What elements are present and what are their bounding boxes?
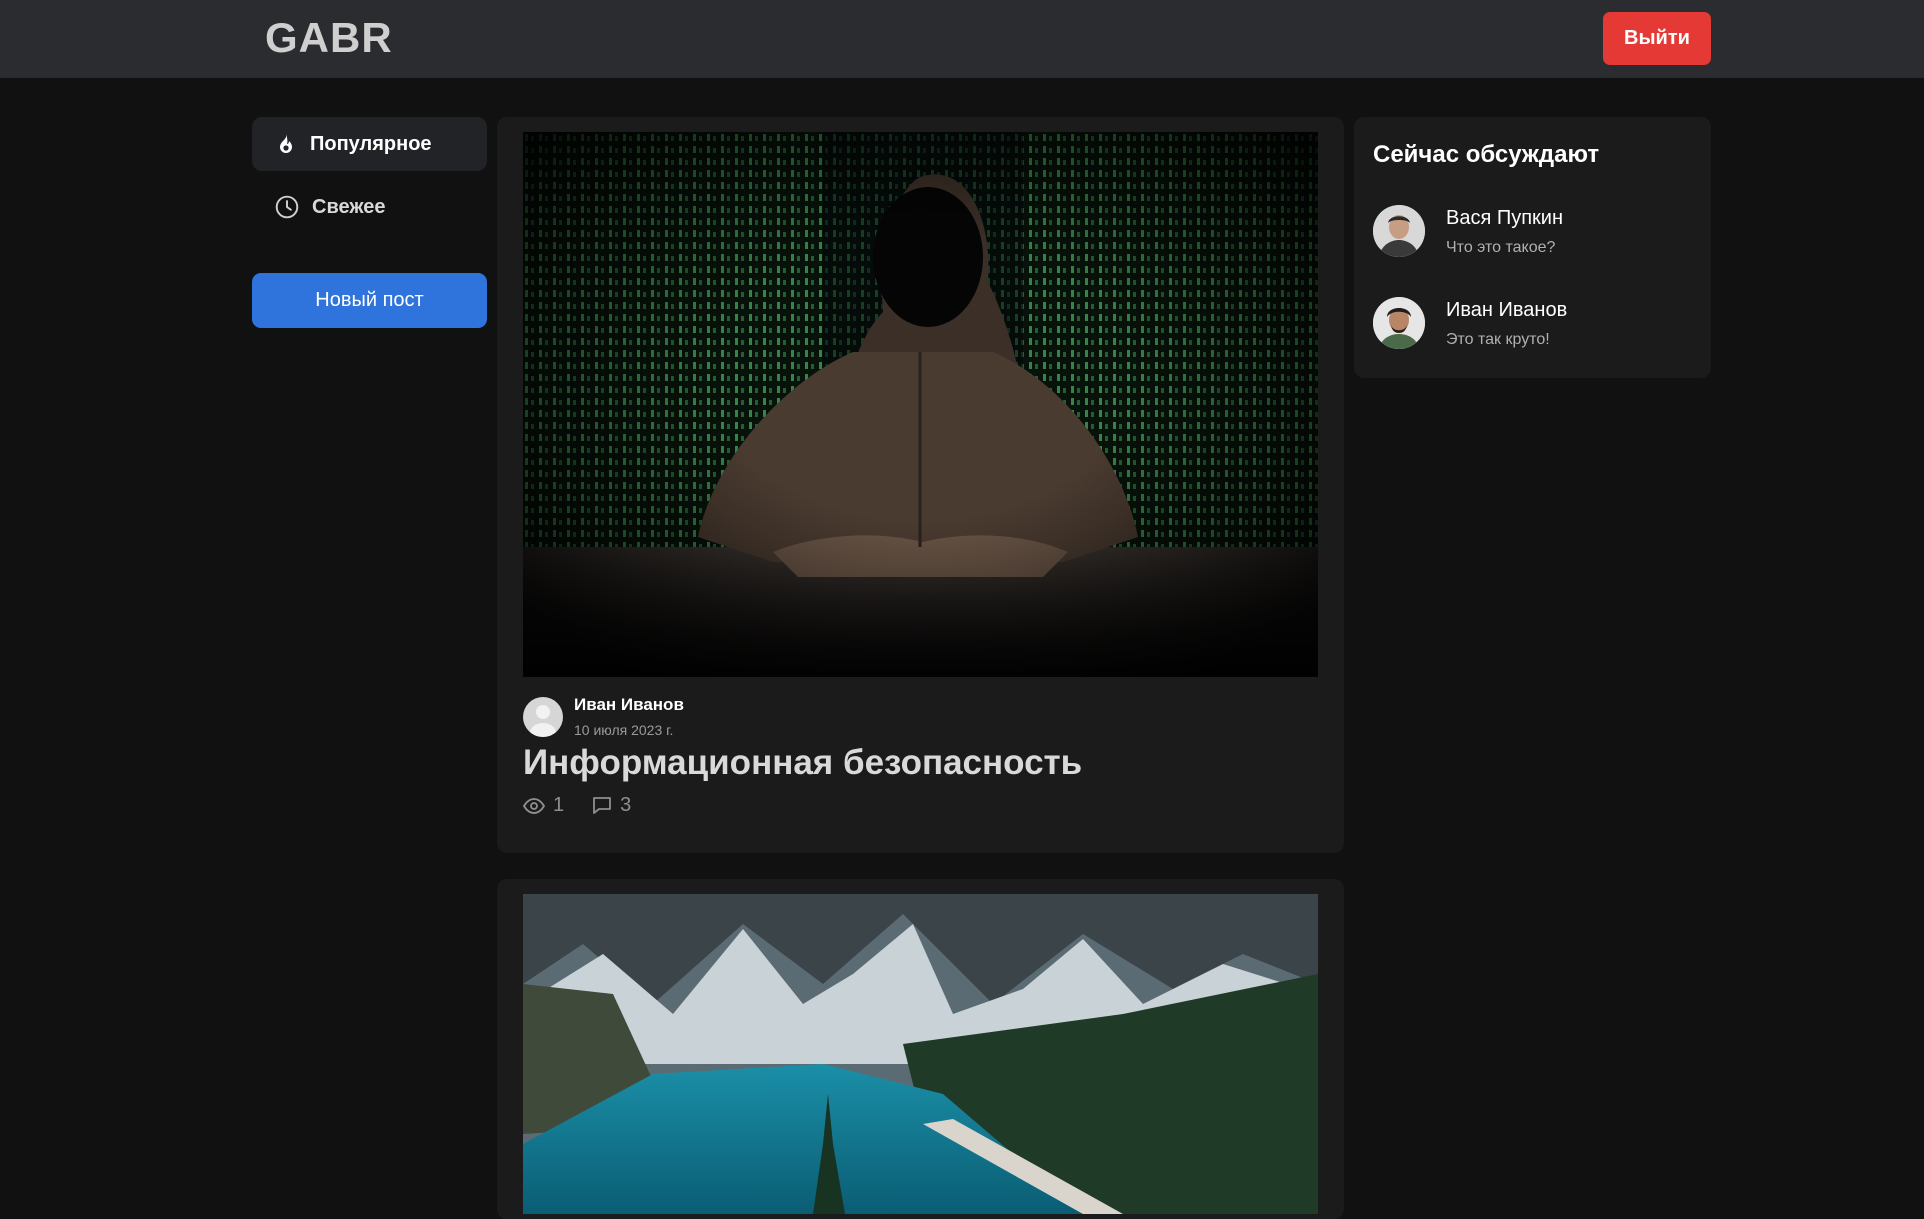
post-stats: 1 3 [523, 794, 659, 817]
new-post-button[interactable]: Новый пост [252, 273, 487, 328]
views-stat: 1 [523, 794, 564, 817]
discussion-author[interactable]: Иван Иванов [1446, 299, 1567, 322]
sidebar-item-label: Свежее [312, 195, 386, 218]
comments-stat[interactable]: 3 [592, 794, 631, 817]
fire-icon [280, 134, 292, 153]
mountain-lake-image[interactable] [523, 894, 1318, 1214]
sidebar-item-popular[interactable]: Популярное [252, 117, 487, 171]
discussion-author[interactable]: Вася Пупкин [1446, 207, 1563, 230]
post-title[interactable]: Информационная безопасность [523, 743, 1082, 783]
avatar[interactable] [523, 697, 563, 737]
author-name[interactable]: Иван Иванов [574, 695, 684, 715]
site-logo[interactable]: GABR [265, 14, 393, 62]
discussion-title: Сейчас обсуждают [1373, 141, 1600, 168]
post-date: 10 июля 2023 г. [574, 722, 674, 738]
logout-button[interactable]: Выйти [1603, 12, 1711, 65]
sidebar-item-fresh[interactable]: Свежее [252, 180, 487, 234]
comments-count: 3 [620, 794, 632, 816]
sidebar: Популярное Свежее Новый пост [252, 117, 487, 328]
comment-icon [593, 797, 612, 814]
post-author: Иван Иванов 10 июля 2023 г. [523, 689, 684, 738]
discussion-item[interactable]: Иван Иванов Это так круто! [1373, 297, 1567, 349]
eye-icon [523, 797, 545, 814]
avatar[interactable] [1373, 205, 1425, 257]
discussion-comment[interactable]: Это так круто! [1446, 331, 1567, 349]
discussion-item[interactable]: Вася Пупкин Что это такое? [1373, 205, 1563, 257]
discussion-panel: Сейчас обсуждают Вася Пупкин Что это так… [1354, 117, 1711, 378]
avatar[interactable] [1373, 297, 1425, 349]
hooded-hacker-image[interactable] [523, 132, 1318, 677]
views-count: 1 [553, 794, 565, 816]
clock-icon [275, 195, 299, 219]
discussion-comment[interactable]: Что это такое? [1446, 239, 1563, 257]
top-bar: GABR Выйти [0, 0, 1924, 78]
post-card[interactable]: Иван Иванов 10 июля 2023 г. Информационн… [497, 117, 1344, 853]
post-card[interactable] [497, 879, 1344, 1219]
sidebar-item-label: Популярное [310, 132, 432, 155]
